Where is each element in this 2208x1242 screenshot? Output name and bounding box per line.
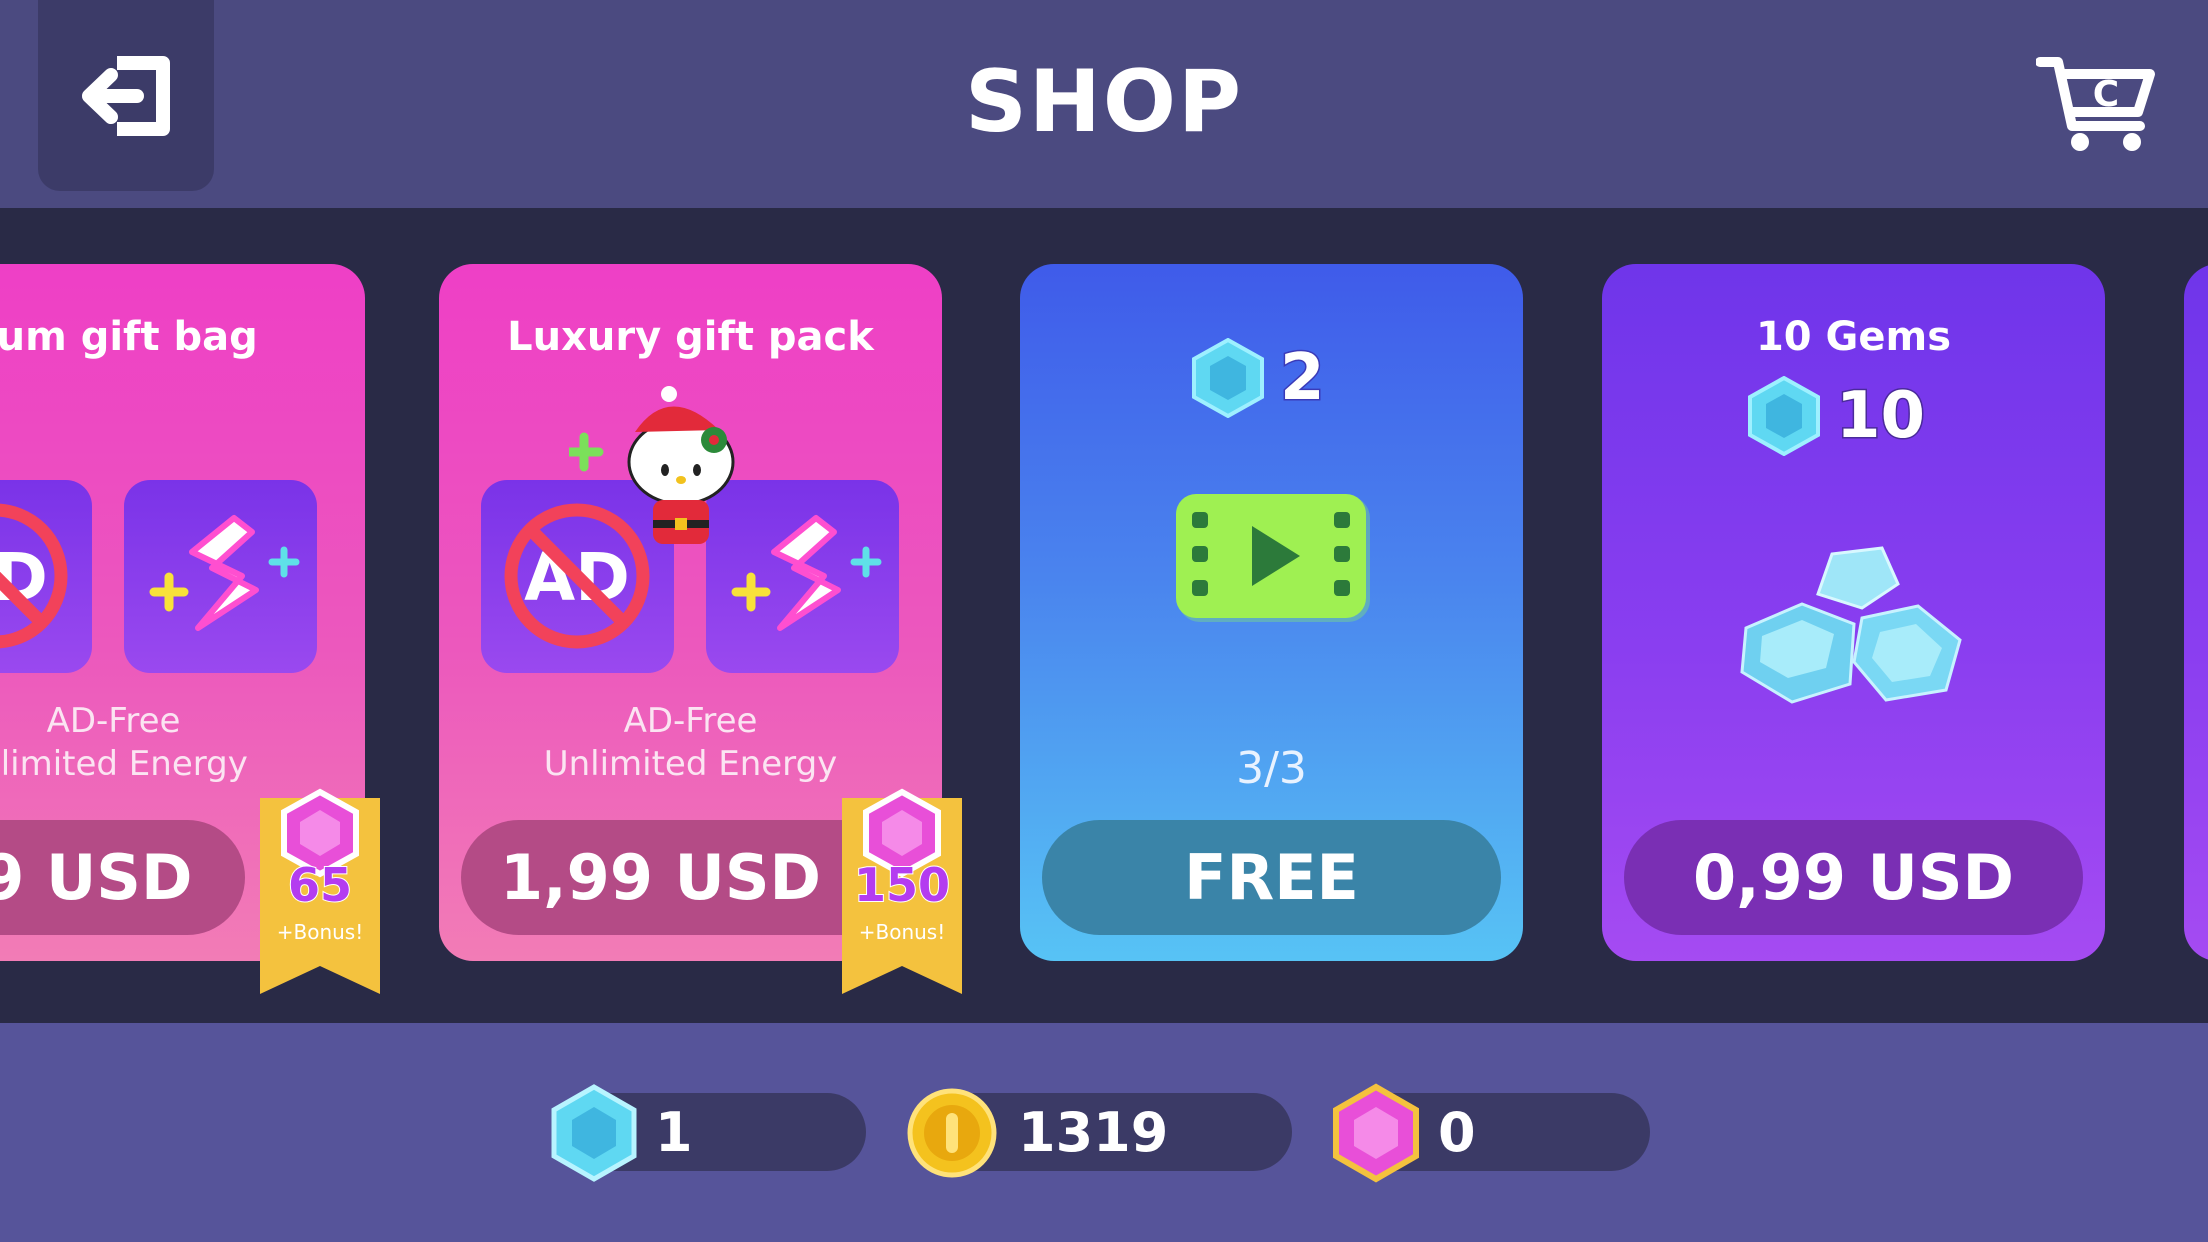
card-desc-line2: nlimited Energy	[0, 744, 248, 784]
shop-items-shelf[interactable]: mium gift bag AD AD-Free nlimited Energy…	[0, 208, 2208, 1023]
blue-gem-icon	[1192, 338, 1264, 418]
shop-cart-button[interactable]: C	[2035, 54, 2156, 154]
card-desc-line1: AD-Free	[623, 701, 758, 741]
unlimited-energy-box	[124, 480, 317, 673]
card-title: 10 Gems	[1755, 314, 1952, 360]
svg-text:C: C	[2093, 74, 2119, 115]
free-gems-video-card[interactable]: 2 3/3 FREE	[1020, 264, 1523, 961]
card-desc-line2: Unlimited Energy	[543, 744, 838, 784]
card-title: mium gift bag	[0, 314, 258, 360]
coin-count: 1319	[1018, 1101, 1169, 1164]
bonus-label: +Bonus!	[276, 920, 364, 944]
top-bar: SHOP C	[0, 0, 2208, 208]
watch-progress: 3/3	[1236, 743, 1307, 794]
bonus-ribbon: 65 +Bonus!	[260, 788, 380, 994]
bonus-value: 150	[853, 857, 951, 913]
currency-bar: 1 1319 0	[0, 1083, 2208, 1183]
energy-icon	[149, 515, 300, 631]
gem-amount: 10	[1748, 376, 1927, 456]
blue-gem-icon	[1748, 376, 1820, 456]
coin-icon	[907, 1088, 997, 1178]
bonus-label: +Bonus!	[858, 920, 946, 944]
bonus-ribbon: 150 +Bonus!	[842, 788, 962, 994]
gem-amount-value: 2	[1279, 340, 1327, 417]
shop-cart-icon: C	[2035, 57, 2155, 151]
blue-gem-icon	[551, 1084, 637, 1182]
pink-gem-count: 0	[1438, 1101, 1476, 1164]
blue-gem-count: 1	[655, 1101, 693, 1164]
ad-free-box: AD	[0, 480, 92, 673]
ten-gems-card[interactable]: 10 Gems 10 0,99 USD	[1602, 264, 2105, 961]
price-button[interactable]: ,99 USD	[0, 820, 245, 935]
price-button[interactable]: 0,99 USD	[1624, 820, 2083, 935]
santa-kitty-character	[569, 386, 735, 544]
video-play-icon	[1176, 494, 1370, 622]
bonus-value: 65	[287, 857, 353, 913]
gem-pile-icon	[1740, 546, 1962, 704]
card-title: Luxury gift pack	[507, 314, 874, 360]
page-title: SHOP	[964, 52, 1244, 152]
no-ad-icon: AD	[0, 503, 68, 649]
free-button[interactable]: FREE	[1042, 820, 1501, 935]
next-card-edge[interactable]	[2184, 264, 2208, 961]
pink-gem-icon	[1333, 1083, 1419, 1183]
gem-amount-value: 10	[1834, 378, 1926, 455]
gem-amount: 2	[1192, 338, 1327, 418]
card-desc-line1: AD-Free	[46, 701, 181, 741]
